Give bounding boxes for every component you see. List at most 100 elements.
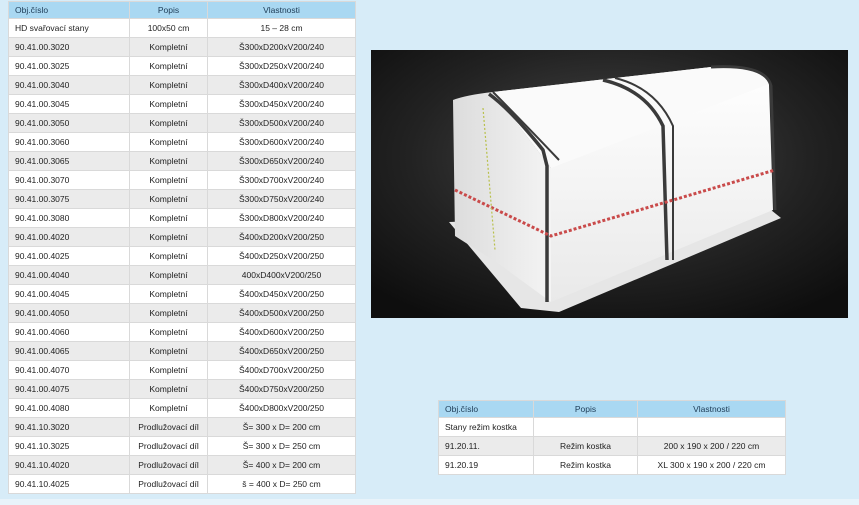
- item-number-cell: 90.41.00.4025: [8, 246, 130, 266]
- item-number-cell: 90.41.10.4020: [8, 455, 130, 475]
- description-cell: Kompletní: [129, 56, 208, 76]
- description-cell: Kompletní: [129, 170, 208, 190]
- item-number-cell: 90.41.00.4080: [8, 398, 130, 418]
- table-row: 90.41.00.3065 Kompletní Š300xD650xV200/240: [8, 151, 356, 171]
- table-row: 90.41.00.3060 Kompletní Š300xD600xV200/240: [8, 132, 356, 152]
- table-row: 90.41.00.4020 Kompletní Š400xD200xV200/250: [8, 227, 356, 247]
- table-row: 90.41.00.3075 Kompletní Š300xD750xV200/240: [8, 189, 356, 209]
- column-header-properties[interactable]: Vlastnosti: [207, 1, 356, 19]
- description-cell: Kompletní: [129, 322, 208, 342]
- properties-cell: 200 x 190 x 200 / 220 cm: [637, 436, 786, 456]
- column-header-properties[interactable]: Vlastnosti: [637, 400, 786, 418]
- table-row: 90.41.00.4060 Kompletní Š400xD600xV200/250: [8, 322, 356, 342]
- table-row: 90.41.00.4040 Kompletní 400xD400xV200/250: [8, 265, 356, 285]
- product-table-body: HD svařovací stany 100x50 cm 15 – 28 cm 90.…: [8, 18, 356, 494]
- page-footer-strip: [0, 499, 859, 505]
- table-row: 90.41.00.4050 Kompletní Š400xD500xV200/250: [8, 303, 356, 323]
- properties-cell: š = 400 x D= 250 cm: [207, 474, 356, 494]
- item-number-cell: 90.41.00.3070: [8, 170, 130, 190]
- description-cell: 100x50 cm: [129, 18, 208, 38]
- table-row: Stany režim kostka: [438, 417, 786, 437]
- table-row: 90.41.00.3020 Kompletní Š300xD200xV200/240: [8, 37, 356, 57]
- description-cell: Kompletní: [129, 94, 208, 114]
- table-row: 90.41.10.3020 Prodlužovací díl Š= 300 x D=…: [8, 417, 356, 437]
- properties-cell: XL 300 x 190 x 200 / 220 cm: [637, 455, 786, 475]
- description-cell: Kompletní: [129, 151, 208, 171]
- properties-cell: Š= 400 x D= 200 cm: [207, 455, 356, 475]
- properties-cell: Š300xD700xV200/240: [207, 170, 356, 190]
- properties-cell: Š300xD500xV200/240: [207, 113, 356, 133]
- item-number-cell: HD svařovací stany: [8, 18, 130, 38]
- item-number-cell: 90.41.00.3080: [8, 208, 130, 228]
- description-cell: Kompletní: [129, 132, 208, 152]
- cube-mode-table-body: Stany režim kostka 91.20.11. Režim kostka 2…: [438, 417, 786, 475]
- description-cell: Režim kostka: [533, 455, 638, 475]
- table-row: 90.41.00.3080 Kompletní Š300xD800xV200/240: [8, 208, 356, 228]
- cube-mode-table: Obj.číslo Popis Vlastnosti Stany režim k…: [438, 400, 786, 475]
- description-cell: Prodlužovací díl: [129, 474, 208, 494]
- description-cell: Kompletní: [129, 113, 208, 133]
- properties-cell: Š400xD750xV200/250: [207, 379, 356, 399]
- table-row: 90.41.10.4025 Prodlužovací díl š = 400 x D…: [8, 474, 356, 494]
- item-number-cell: 90.41.00.4045: [8, 284, 130, 304]
- item-number-cell: 90.41.00.3045: [8, 94, 130, 114]
- description-cell: Kompletní: [129, 379, 208, 399]
- description-cell: [533, 417, 638, 437]
- table-row: 90.41.00.3050 Kompletní Š300xD500xV200/240: [8, 113, 356, 133]
- column-header-description[interactable]: Popis: [533, 400, 638, 418]
- item-number-cell: 90.41.00.3025: [8, 56, 130, 76]
- item-number-cell: 90.41.10.3025: [8, 436, 130, 456]
- item-number-cell: 90.41.00.3040: [8, 75, 130, 95]
- properties-cell: Š= 300 x D= 250 cm: [207, 436, 356, 456]
- item-number-cell: 90.41.00.4065: [8, 341, 130, 361]
- table-row: 90.41.00.4065 Kompletní Š400xD650xV200/250: [8, 341, 356, 361]
- description-cell: Kompletní: [129, 341, 208, 361]
- table-row: 90.41.00.4070 Kompletní Š400xD700xV200/250: [8, 360, 356, 380]
- description-cell: Prodlužovací díl: [129, 417, 208, 437]
- table-row: 90.41.00.3040 Kompletní Š300xD400xV200/240: [8, 75, 356, 95]
- description-cell: Kompletní: [129, 208, 208, 228]
- properties-cell: [637, 417, 786, 437]
- column-header-item-number[interactable]: Obj.číslo: [438, 400, 534, 418]
- properties-cell: Š400xD650xV200/250: [207, 341, 356, 361]
- description-cell: Kompletní: [129, 189, 208, 209]
- product-table: Obj.číslo Popis Vlastnosti HD svařovací …: [8, 1, 356, 494]
- properties-cell: Š400xD600xV200/250: [207, 322, 356, 342]
- table-row: 90.41.00.3025 Kompletní Š300xD250xV200/240: [8, 56, 356, 76]
- properties-cell: Š300xD200xV200/240: [207, 37, 356, 57]
- item-number-cell: 91.20.19: [438, 455, 534, 475]
- description-cell: Kompletní: [129, 265, 208, 285]
- item-number-cell: 90.41.00.3050: [8, 113, 130, 133]
- table-header-row: Obj.číslo Popis Vlastnosti: [438, 400, 786, 418]
- column-header-item-number[interactable]: Obj.číslo: [8, 1, 130, 19]
- properties-cell: Š300xD650xV200/240: [207, 151, 356, 171]
- item-number-cell: 90.41.00.4050: [8, 303, 130, 323]
- item-number-cell: Stany režim kostka: [438, 417, 534, 437]
- item-number-cell: 90.41.00.4070: [8, 360, 130, 380]
- item-number-cell: 90.41.00.3075: [8, 189, 130, 209]
- properties-cell: Š400xD500xV200/250: [207, 303, 356, 323]
- description-cell: Kompletní: [129, 246, 208, 266]
- table-row: 90.41.00.3070 Kompletní Š300xD700xV200/240: [8, 170, 356, 190]
- properties-cell: Š400xD250xV200/250: [207, 246, 356, 266]
- item-number-cell: 90.41.00.4060: [8, 322, 130, 342]
- item-number-cell: 90.41.00.4040: [8, 265, 130, 285]
- item-number-cell: 90.41.10.3020: [8, 417, 130, 437]
- column-header-description[interactable]: Popis: [129, 1, 208, 19]
- description-cell: Režim kostka: [533, 436, 638, 456]
- table-row: 90.41.00.4045 Kompletní Š400xD450xV200/250: [8, 284, 356, 304]
- properties-cell: Š300xD450xV200/240: [207, 94, 356, 114]
- table-row: 90.41.00.4075 Kompletní Š400xD750xV200/250: [8, 379, 356, 399]
- item-number-cell: 91.20.11.: [438, 436, 534, 456]
- table-row: 90.41.00.4080 Kompletní Š400xD800xV200/250: [8, 398, 356, 418]
- properties-cell: Š400xD800xV200/250: [207, 398, 356, 418]
- item-number-cell: 90.41.10.4025: [8, 474, 130, 494]
- description-cell: Prodlužovací díl: [129, 436, 208, 456]
- table-row: 90.41.00.4025 Kompletní Š400xD250xV200/250: [8, 246, 356, 266]
- item-number-cell: 90.41.00.4075: [8, 379, 130, 399]
- description-cell: Kompletní: [129, 37, 208, 57]
- item-number-cell: 90.41.00.3065: [8, 151, 130, 171]
- properties-cell: Š300xD250xV200/240: [207, 56, 356, 76]
- table-row: 91.20.19 Režim kostka XL 300 x 190 x 200 /…: [438, 455, 786, 475]
- properties-cell: Š400xD200xV200/250: [207, 227, 356, 247]
